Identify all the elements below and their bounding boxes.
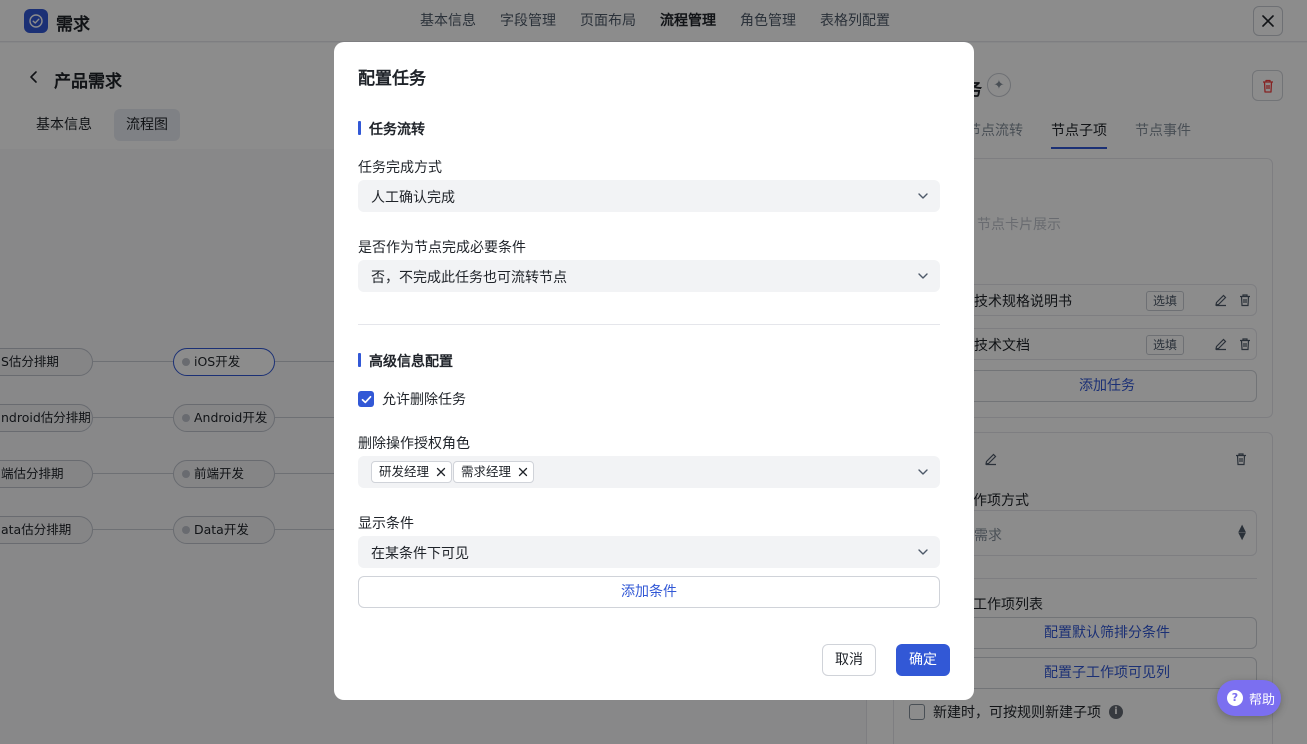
required-condition-select[interactable]: 否，不完成此任务也可流转节点 — [358, 260, 940, 292]
section-task-flow: 任务流转 — [358, 119, 425, 139]
configure-task-dialog: 配置任务 任务流转 任务完成方式 人工确认完成 是否作为节点完成必要条件 否，不… — [334, 42, 974, 700]
cancel-button[interactable]: 取消 — [822, 644, 876, 676]
completion-method-label: 任务完成方式 — [358, 160, 442, 176]
remove-tag-icon[interactable] — [435, 466, 447, 478]
chevron-down-icon — [918, 273, 928, 279]
add-condition-button[interactable]: 添加条件 — [358, 576, 940, 608]
required-condition-label: 是否作为节点完成必要条件 — [358, 240, 526, 256]
help-button[interactable]: ? 帮助 — [1217, 680, 1281, 716]
role-tag-label: 需求经理 — [461, 464, 512, 479]
checkmark-icon — [361, 395, 371, 403]
completion-method-select[interactable]: 人工确认完成 — [358, 180, 940, 212]
role-tag-label: 研发经理 — [379, 464, 430, 479]
chevron-down-icon — [918, 549, 928, 555]
required-condition-value: 否，不完成此任务也可流转节点 — [371, 270, 567, 286]
section-divider — [358, 324, 940, 325]
section-advanced-config: 高级信息配置 — [358, 351, 453, 371]
chevron-down-icon — [918, 193, 928, 199]
allow-delete-row: 允许删除任务 — [358, 389, 466, 409]
allow-delete-checkbox[interactable] — [358, 391, 374, 407]
allow-delete-label: 允许删除任务 — [382, 392, 466, 408]
role-tag: 需求经理 — [453, 461, 535, 483]
help-label: 帮助 — [1249, 692, 1276, 708]
display-condition-label: 显示条件 — [358, 516, 414, 532]
completion-method-value: 人工确认完成 — [371, 190, 455, 206]
delete-roles-select[interactable]: 研发经理 需求经理 — [358, 456, 940, 488]
delete-roles-label: 删除操作授权角色 — [358, 436, 470, 452]
display-condition-value: 在某条件下可见 — [371, 546, 469, 562]
role-tag: 研发经理 — [371, 461, 453, 483]
dialog-title: 配置任务 — [358, 69, 426, 89]
remove-tag-icon[interactable] — [517, 466, 529, 478]
question-icon: ? — [1227, 690, 1243, 706]
chevron-down-icon — [918, 469, 928, 475]
display-condition-select[interactable]: 在某条件下可见 — [358, 536, 940, 568]
confirm-button[interactable]: 确定 — [896, 644, 950, 676]
